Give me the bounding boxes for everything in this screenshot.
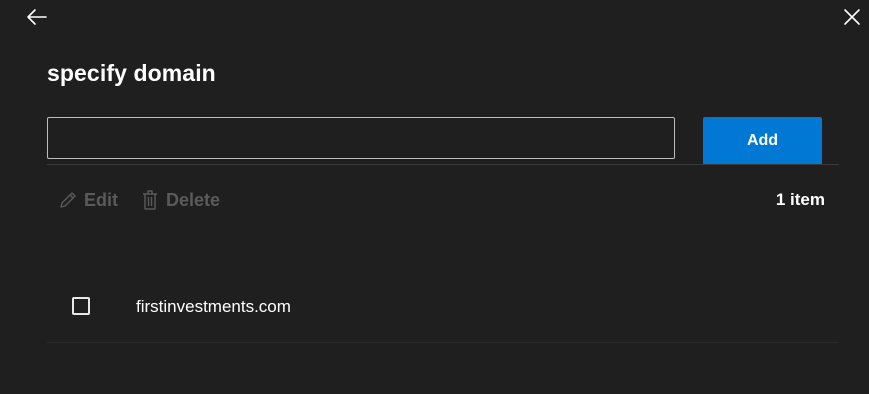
back-arrow-icon	[27, 9, 47, 25]
delete-button[interactable]: Delete	[140, 189, 220, 211]
edit-button[interactable]: Edit	[58, 190, 118, 211]
close-icon	[844, 9, 860, 25]
list-toolbar: Edit Delete	[58, 186, 220, 214]
domain-label: firstinvestments.com	[136, 297, 291, 316]
trash-icon	[143, 190, 157, 210]
delete-label: Delete	[166, 189, 221, 210]
list-item[interactable]: firstinvestments.com	[47, 287, 839, 327]
close-button[interactable]	[838, 4, 866, 30]
item-count: 1 item	[775, 190, 825, 209]
edit-label: Edit	[84, 189, 118, 210]
domain-input[interactable]	[47, 117, 675, 159]
input-divider	[47, 164, 839, 165]
row-divider	[47, 342, 839, 343]
pencil-icon	[60, 192, 76, 208]
back-button[interactable]	[22, 4, 50, 30]
item-checkbox[interactable]	[72, 297, 90, 315]
specify-domain-panel: specify domain Add Edit Delete 1 item fi…	[0, 0, 869, 394]
add-button[interactable]: Add	[703, 117, 822, 165]
page-title: specify domain	[47, 60, 216, 86]
